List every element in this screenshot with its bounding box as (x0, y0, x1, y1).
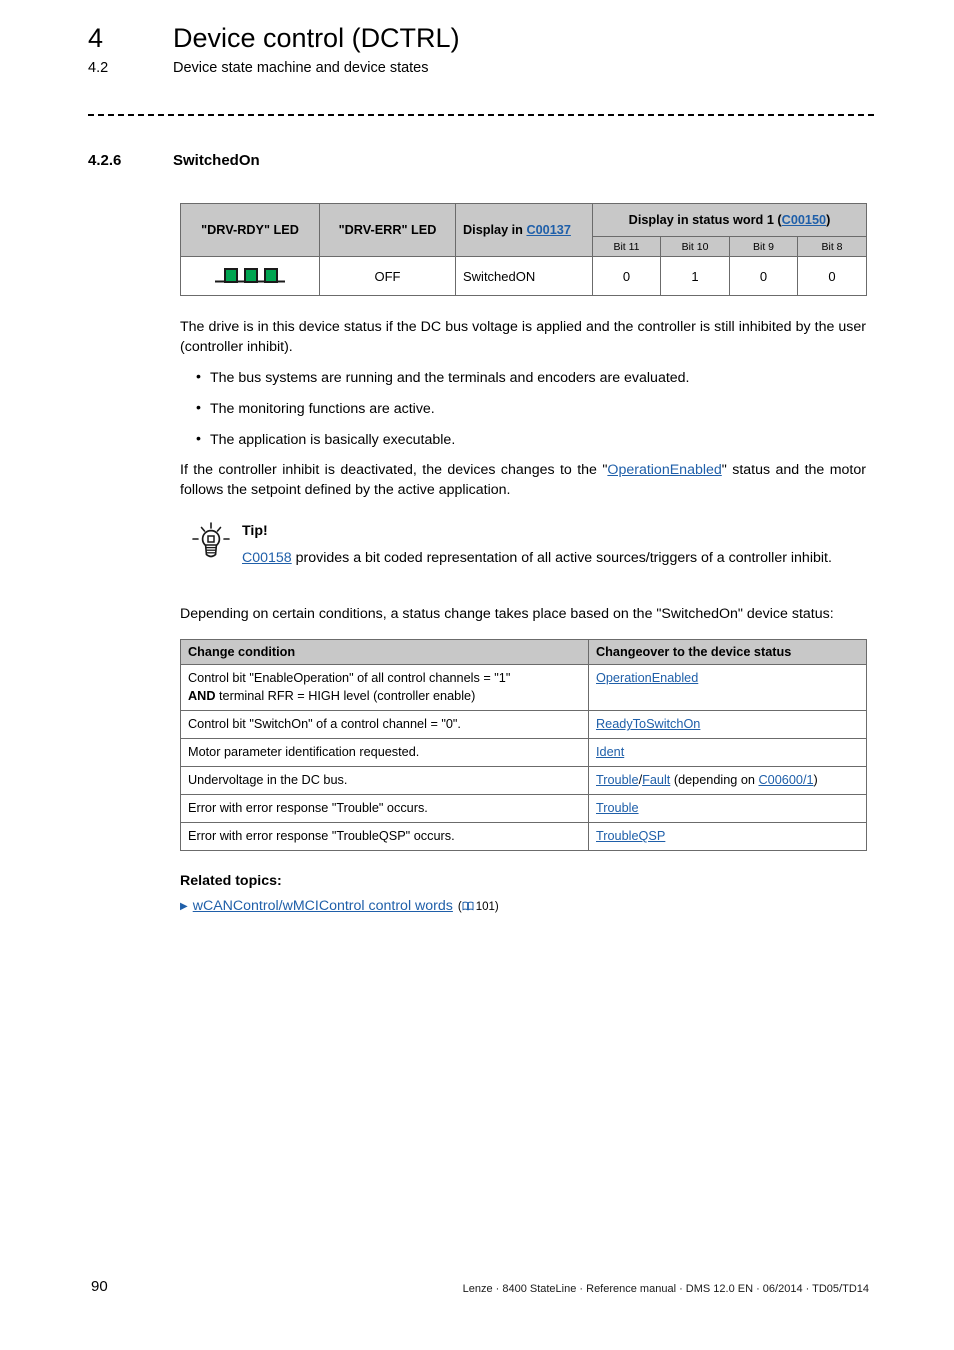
list-item: The bus systems are running and the term… (180, 368, 866, 389)
operation-enabled-paragraph: If the controller inhibit is deactivated… (180, 461, 866, 501)
paragraph-text-part1: If the controller inhibit is deactivated… (180, 462, 608, 479)
status-table-row: OFF SwitchedON 0 1 0 0 (180, 256, 867, 296)
cell-changeover: TroubleQSP (588, 822, 867, 852)
list-item: The application is basically executable. (180, 430, 866, 451)
intro-paragraph: The drive is in this device status if th… (180, 319, 866, 355)
condition-and-keyword: AND (188, 689, 216, 704)
condition-line-2: terminal RFR = HIGH level (controller en… (215, 689, 476, 704)
link-ident[interactable]: Ident (596, 745, 624, 759)
cell-changeover: Ident (588, 738, 867, 768)
book-icon (462, 901, 474, 914)
intro-bullet-list: The bus systems are running and the term… (180, 368, 866, 451)
link-trouble-qsp[interactable]: TroubleQSP (596, 829, 665, 843)
cell-changeover: Trouble/Fault (depending on C00600/1) (588, 766, 867, 796)
col-header-change-condition: Change condition (180, 639, 589, 665)
status-table-header-row: "DRV-RDY" LED "DRV-ERR" LED Display in C… (180, 203, 867, 257)
cell-bit-8: 0 (797, 256, 867, 296)
chapter-title: Device control (DCTRL) (173, 23, 460, 53)
status-word-label-end: ) (826, 213, 831, 227)
tip-box: Tip! C00158 provides a bit coded represe… (180, 522, 866, 579)
page-reference: (101) (458, 901, 499, 914)
tip-body: C00158 provides a bit coded representati… (242, 549, 866, 569)
cell-change-condition: Motor parameter identification requested… (180, 738, 589, 768)
cell-drv-err-led: OFF (319, 256, 456, 296)
list-item: The monitoring functions are active. (180, 399, 866, 420)
bit-header-8: Bit 8 (797, 236, 867, 257)
cell-change-condition: Undervoltage in the DC bus. (180, 766, 589, 796)
bit-header-9: Bit 9 (729, 236, 798, 257)
col-header-changeover: Changeover to the device status (588, 639, 867, 665)
page-ref-number: 101 (475, 901, 495, 914)
link-operation-enabled[interactable]: OperationEnabled (596, 671, 698, 685)
cell-changeover: OperationEnabled (588, 663, 867, 712)
changeover-text-end: ) (813, 773, 818, 788)
link-ready-to-switch-on[interactable]: ReadyToSwitchOn (596, 717, 700, 731)
display-in-label: Display in (463, 223, 527, 237)
cell-change-condition: Control bit "SwitchOn" of a control chan… (180, 710, 589, 740)
link-wcancontrol-control-words[interactable]: wCANControl/wMCIControl control words (193, 898, 453, 914)
table-row: Error with error response "Trouble" occu… (180, 794, 867, 824)
footer-page-number: 90 (91, 1278, 108, 1295)
content-column: "DRV-RDY" LED "DRV-ERR" LED Display in C… (180, 203, 867, 914)
header-section-title: Device state machine and device states (173, 59, 429, 76)
device-status-table: "DRV-RDY" LED "DRV-ERR" LED Display in C… (180, 203, 867, 296)
col-header-drv-err-led: "DRV-ERR" LED (319, 203, 456, 257)
link-c00600-1[interactable]: C00600/1 (759, 773, 814, 787)
related-topic-item: ▶ wCANControl/wMCIControl control words … (180, 898, 866, 914)
section-number: 4.2.6 (88, 152, 122, 169)
cell-change-condition: Error with error response "Trouble" occu… (180, 794, 589, 824)
table-row: Control bit "SwitchOn" of a control chan… (180, 710, 867, 740)
cell-change-condition: Error with error response "TroubleQSP" o… (180, 822, 589, 852)
link-c00158[interactable]: C00158 (242, 550, 292, 566)
bit-header-11: Bit 11 (592, 236, 661, 257)
cell-bit-10: 1 (660, 256, 730, 296)
table-row: Error with error response "TroubleQSP" o… (180, 822, 867, 852)
running-header-chapter-row: 4 Device control (DCTRL) (88, 23, 878, 54)
lead-in-paragraph: Depending on certain conditions, a statu… (180, 606, 834, 623)
link-trouble[interactable]: Trouble (596, 773, 639, 787)
link-fault[interactable]: Fault (642, 773, 670, 787)
link-operation-enabled[interactable]: OperationEnabled (607, 462, 721, 478)
col-header-display-in: Display in C00137 (455, 203, 593, 257)
cell-bit-9: 0 (729, 256, 798, 296)
header-divider (88, 114, 874, 116)
page-ref-close: ) (494, 901, 499, 914)
cell-display-in: SwitchedON (455, 256, 593, 296)
condition-line-1: Control bit "EnableOperation" of all con… (188, 671, 511, 685)
changeover-text-mid: (depending on (670, 773, 759, 788)
col-header-drv-rdy-led: "DRV-RDY" LED (180, 203, 320, 257)
section-title: SwitchedOn (173, 152, 260, 169)
lightbulb-icon (190, 519, 232, 572)
col-header-status-word: Display in status word 1 (C00150) (592, 203, 867, 237)
header-section-number: 4.2 (88, 59, 109, 76)
cell-drv-rdy-led (180, 256, 320, 296)
running-header: 4 Device control (DCTRL) 4.2 Device stat… (88, 23, 878, 76)
cell-change-condition: Control bit "EnableOperation" of all con… (180, 663, 589, 712)
led-blink-3-pulse-icon (215, 268, 285, 283)
cell-changeover: Trouble (588, 794, 867, 824)
table-row: Motor parameter identification requested… (180, 738, 867, 768)
table-row: Control bit "EnableOperation" of all con… (180, 663, 867, 712)
running-header-section-row: 4.2 Device state machine and device stat… (88, 60, 878, 76)
change-condition-table: Change condition Changeover to the devic… (180, 639, 867, 852)
bit-header-10: Bit 10 (660, 236, 730, 257)
tip-body-text: provides a bit coded representation of a… (291, 550, 832, 567)
triangle-right-icon: ▶ (180, 901, 188, 913)
cell-bit-11: 0 (592, 256, 661, 296)
link-c00137[interactable]: C00137 (526, 223, 570, 237)
change-table-header-row: Change condition Changeover to the devic… (180, 639, 867, 665)
link-trouble[interactable]: Trouble (596, 801, 639, 815)
footer-text: Lenze · 8400 StateLine · Reference manua… (462, 1283, 869, 1295)
cell-changeover: ReadyToSwitchOn (588, 710, 867, 740)
status-word-label: Display in status word 1 ( (628, 213, 782, 227)
document-page: 4 Device control (DCTRL) 4.2 Device stat… (0, 0, 954, 1350)
link-c00150[interactable]: C00150 (782, 213, 826, 227)
tip-title: Tip! (242, 523, 268, 540)
related-topics-title: Related topics: (180, 873, 282, 890)
chapter-number: 4 (88, 23, 104, 53)
section-heading: 4.2.6 SwitchedOn (88, 152, 260, 169)
table-row: Undervoltage in the DC bus. Trouble/Faul… (180, 766, 867, 796)
